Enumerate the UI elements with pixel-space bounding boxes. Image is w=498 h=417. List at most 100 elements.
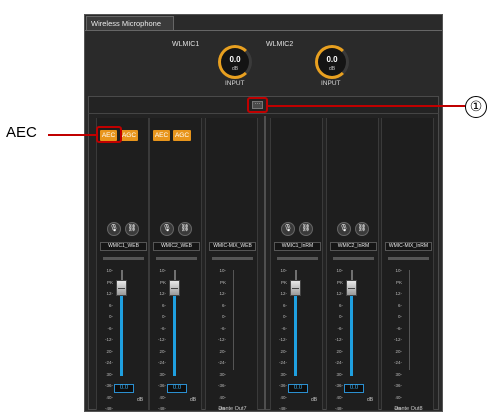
link-icon[interactable]: ⛓ bbox=[178, 222, 192, 236]
fader-value-field[interactable]: 0.0 bbox=[167, 384, 187, 393]
scale-tick-label: 30- bbox=[395, 371, 402, 377]
db-scale: 10- PK 12- 6- 0- -6- -12- 20- -24- 30- -36- 40- -48- bbox=[331, 268, 343, 417]
fader-level-fill bbox=[120, 288, 123, 376]
scale-tick-label: 30- bbox=[336, 371, 343, 377]
scale-tick-label: -36- bbox=[104, 383, 113, 388]
level-meter-bar bbox=[103, 257, 144, 260]
fader-handle[interactable] bbox=[116, 280, 127, 296]
dante-output-label: Dante Out7 bbox=[218, 406, 247, 412]
scale-tick-label: -24- bbox=[157, 360, 166, 365]
fader-value-field[interactable]: 0.0 bbox=[288, 384, 308, 393]
channel-name[interactable]: WMIC1_InRM bbox=[274, 242, 321, 251]
aec-button[interactable]: AEC bbox=[153, 130, 170, 141]
scale-tick-label: PK bbox=[106, 279, 113, 285]
scale-tick-label: -36- bbox=[393, 383, 402, 388]
scale-tick-label: -6- bbox=[220, 325, 227, 331]
wlmic2-input-label: INPUT bbox=[321, 80, 341, 87]
meter-track bbox=[409, 270, 410, 370]
microphone-icon[interactable]: 🎙 bbox=[337, 222, 351, 236]
scale-tick-label: -24- bbox=[217, 360, 226, 365]
channel-name[interactable]: WMIC-MIX_WEB bbox=[209, 242, 256, 251]
fader-handle[interactable] bbox=[169, 280, 180, 296]
fader-handle[interactable] bbox=[346, 280, 357, 296]
fader-handle[interactable] bbox=[290, 280, 301, 296]
scale-tick-label: 6- bbox=[397, 302, 402, 308]
channel-name[interactable]: WMIC2_WEB bbox=[153, 242, 200, 251]
scale-tick-label: -36- bbox=[157, 383, 166, 388]
level-meter-bar bbox=[212, 257, 253, 260]
scale-tick-label: 40- bbox=[395, 394, 402, 400]
scale-tick-label: 40- bbox=[106, 394, 113, 400]
scale-tick-label: 6- bbox=[221, 302, 226, 308]
scale-tick-label: PK bbox=[280, 279, 287, 285]
scale-tick-label: 0- bbox=[397, 314, 402, 319]
wlmic2-title: WLMIC2 bbox=[266, 41, 294, 48]
wlmic2-input-value: 0.0 bbox=[326, 55, 338, 64]
channel-strip: WMIC-MIX_WEB 10- PK 12- 6- 0- -6- -12- 20- -24- 30… bbox=[205, 118, 258, 412]
scale-tick-label: 30- bbox=[280, 371, 287, 377]
fader-unit-label: dB bbox=[190, 397, 197, 403]
scale-tick-label: -12- bbox=[334, 337, 343, 342]
scale-tick-label: -12- bbox=[104, 337, 113, 342]
scale-tick-label: 30- bbox=[219, 371, 226, 377]
scale-tick-label: 6- bbox=[108, 302, 113, 308]
scale-tick-label: 12- bbox=[219, 291, 226, 296]
level-meter-bar bbox=[156, 257, 197, 260]
wlmic1-input-unit: dB bbox=[231, 66, 239, 72]
scale-tick-label: 10- bbox=[219, 268, 226, 273]
scale-tick-label: -6- bbox=[160, 325, 167, 331]
wlmic1-input-knob[interactable]: 0.0 dB bbox=[218, 45, 252, 79]
tab-wireless-microphone[interactable]: Wireless Microphone bbox=[86, 16, 174, 30]
link-icon[interactable]: ⛓ bbox=[125, 222, 139, 236]
fader-level-fill bbox=[294, 288, 297, 376]
channel-name[interactable]: WMIC2_InRM bbox=[330, 242, 377, 251]
fader-value-field[interactable]: 0.0 bbox=[114, 384, 134, 393]
scale-tick-label: -12- bbox=[278, 337, 287, 342]
fader-unit-label: dB bbox=[311, 397, 318, 403]
scale-tick-label: 6- bbox=[282, 302, 287, 308]
agc-button[interactable]: AGC bbox=[120, 130, 138, 141]
scale-tick-label: -48- bbox=[157, 406, 166, 411]
scale-tick-label: 20- bbox=[336, 348, 343, 354]
db-scale: 10- PK 12- 6- 0- -6- -12- 20- -24- 30- -36- 40- -48- bbox=[154, 268, 166, 417]
fader-unit-label: dB bbox=[137, 397, 144, 403]
db-scale: 10- PK 12- 6- 0- -6- -12- 20- -24- 30- -36- 40- -48- bbox=[101, 268, 113, 417]
link-icon[interactable]: ⛓ bbox=[299, 222, 313, 236]
scale-tick-label: 20- bbox=[159, 348, 166, 354]
agc-button[interactable]: AGC bbox=[173, 130, 191, 141]
fader-value-field[interactable]: 0.0 bbox=[344, 384, 364, 393]
scale-tick-label: -36- bbox=[278, 383, 287, 388]
channel-strip: 🎙 ⛓ WMIC2_InRM 10- PK 12- 6- 0- -6- -12- 20- -24- 30… bbox=[326, 118, 379, 411]
channel-strip: 🎙 ⛓ WMIC1_InRM 10- PK 12- 6- 0- -6- -12- 20- -24- 30… bbox=[270, 118, 323, 411]
scale-tick-label: -12- bbox=[393, 337, 402, 342]
channel-name[interactable]: WMIC-MIX_InRM bbox=[385, 242, 432, 251]
scale-tick-label: -36- bbox=[334, 383, 343, 388]
channel-name[interactable]: WMIC1_WEB bbox=[100, 242, 147, 251]
callout-number-1: ① bbox=[465, 96, 487, 118]
scale-tick-label: 30- bbox=[106, 371, 113, 377]
scale-tick-label: -6- bbox=[396, 325, 403, 331]
scale-tick-label: -24- bbox=[393, 360, 402, 365]
aec-highlight-box bbox=[96, 126, 122, 143]
link-icon[interactable]: ⛓ bbox=[355, 222, 369, 236]
microphone-icon[interactable]: 🎙 bbox=[107, 222, 121, 236]
meter-track bbox=[233, 270, 234, 370]
scale-tick-label: -48- bbox=[334, 406, 343, 411]
db-scale: 10- PK 12- 6- 0- -6- -12- 20- -24- 30- -36- 40- -48- bbox=[390, 268, 402, 417]
scale-tick-label: 0- bbox=[161, 314, 166, 319]
scale-tick-label: -24- bbox=[334, 360, 343, 365]
scale-tick-label: 20- bbox=[395, 348, 402, 354]
level-meter-bar bbox=[333, 257, 374, 260]
microphone-icon[interactable]: 🎙 bbox=[281, 222, 295, 236]
db-scale: 10- PK 12- 6- 0- -6- -12- 20- -24- 30- -36- 40- -48- bbox=[214, 268, 226, 417]
aec-callout-label: AEC bbox=[6, 124, 37, 141]
wlmic2-input-knob[interactable]: 0.0 dB bbox=[315, 45, 349, 79]
scale-tick-label: 20- bbox=[280, 348, 287, 354]
microphone-icon[interactable]: 🎙 bbox=[160, 222, 174, 236]
scale-tick-label: -6- bbox=[281, 325, 288, 331]
channel-strip: AEC AGC 🎙 ⛓ WMIC2_WEB 10- PK 12- 6- 0- -6- -12- 20- -… bbox=[149, 118, 202, 411]
scale-tick-label: 0- bbox=[282, 314, 287, 319]
number-callout-line bbox=[268, 105, 465, 107]
channel-group-divider bbox=[264, 116, 266, 410]
scale-tick-label: 6- bbox=[161, 302, 166, 308]
